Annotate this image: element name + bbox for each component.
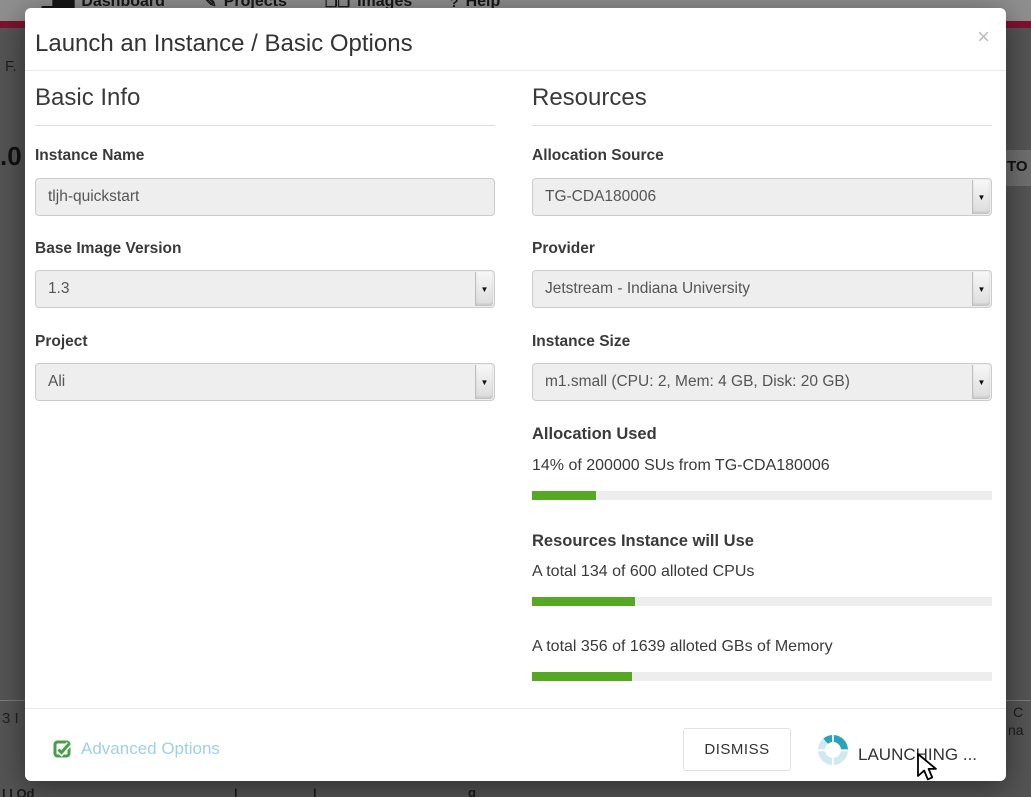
- background-fragment: 3 I: [2, 710, 19, 727]
- provider-label: Provider: [532, 240, 595, 258]
- background-fragment: |: [234, 786, 238, 797]
- allocation-source-value: TG-CDA180006: [545, 179, 656, 215]
- background-fragment: .0: [0, 141, 22, 172]
- allocation-source-select[interactable]: TG-CDA180006 ▼: [532, 178, 992, 216]
- background-fragment: |: [313, 786, 317, 797]
- footer-divider: [25, 708, 1006, 709]
- allocation-source-label: Allocation Source: [532, 147, 664, 165]
- chevron-down-icon: ▼: [972, 365, 990, 399]
- chevron-down-icon: ▼: [972, 272, 990, 306]
- allocation-used-progress: [532, 491, 992, 500]
- chevron-down-icon: ▼: [972, 180, 990, 214]
- base-image-version-label: Base Image Version: [35, 240, 181, 258]
- check-square-icon: [53, 740, 72, 759]
- instance-size-select[interactable]: m1.small (CPU: 2, Mem: 4 GB, Disk: 20 GB…: [532, 363, 992, 401]
- background-fragment: na: [1008, 722, 1024, 738]
- background-fragment: g: [468, 785, 476, 797]
- background-fragment: F.: [5, 58, 17, 75]
- provider-value: Jetstream - Indiana University: [545, 271, 750, 307]
- resources-heading: Resources: [532, 84, 992, 126]
- project-select[interactable]: Ali ▼: [35, 363, 495, 401]
- project-value: Ali: [48, 364, 65, 400]
- project-label: Project: [35, 333, 88, 351]
- loading-spinner-icon: [818, 735, 848, 765]
- advanced-options-label: Advanced Options: [81, 739, 220, 759]
- instance-usage-heading: Resources Instance will Use: [532, 532, 754, 551]
- modal-title: Launch an Instance / Basic Options: [35, 30, 413, 58]
- allocation-used-heading: Allocation Used: [532, 425, 657, 444]
- chevron-down-icon: ▼: [475, 272, 493, 306]
- advanced-options-link[interactable]: Advanced Options: [53, 739, 220, 759]
- base-image-version-value: 1.3: [48, 271, 70, 307]
- instance-name-input[interactable]: [35, 178, 495, 216]
- chevron-down-icon: ▼: [475, 365, 493, 399]
- cpu-usage-progress: [532, 597, 992, 606]
- dismiss-button[interactable]: DISMISS: [683, 728, 791, 771]
- background-fragment: I I Od: [2, 786, 35, 797]
- launch-instance-modal: Launch an Instance / Basic Options × Bas…: [25, 8, 1006, 781]
- background-fragment: C: [1013, 704, 1023, 720]
- allocation-used-text: 14% of 200000 SUs from TG-CDA180006: [532, 457, 830, 475]
- background-fragment: TO: [1007, 158, 1028, 175]
- header-divider: [25, 70, 1006, 71]
- screen: ▂▅▇Dashboard✎Projects❐❐Images?Help F..0T…: [0, 0, 1031, 797]
- memory-usage-text: A total 356 of 1639 alloted GBs of Memor…: [532, 638, 833, 656]
- launching-status: LAUNCHING ...: [858, 745, 977, 765]
- base-image-version-select[interactable]: 1.3 ▼: [35, 270, 495, 308]
- instance-size-label: Instance Size: [532, 333, 630, 351]
- instance-size-value: m1.small (CPU: 2, Mem: 4 GB, Disk: 20 GB…: [545, 364, 850, 400]
- instance-name-label: Instance Name: [35, 147, 144, 165]
- cpu-usage-text: A total 134 of 600 alloted CPUs: [532, 563, 754, 581]
- provider-select[interactable]: Jetstream - Indiana University ▼: [532, 270, 992, 308]
- close-icon[interactable]: ×: [977, 26, 990, 48]
- memory-usage-progress: [532, 672, 992, 681]
- basic-info-heading: Basic Info: [35, 84, 495, 126]
